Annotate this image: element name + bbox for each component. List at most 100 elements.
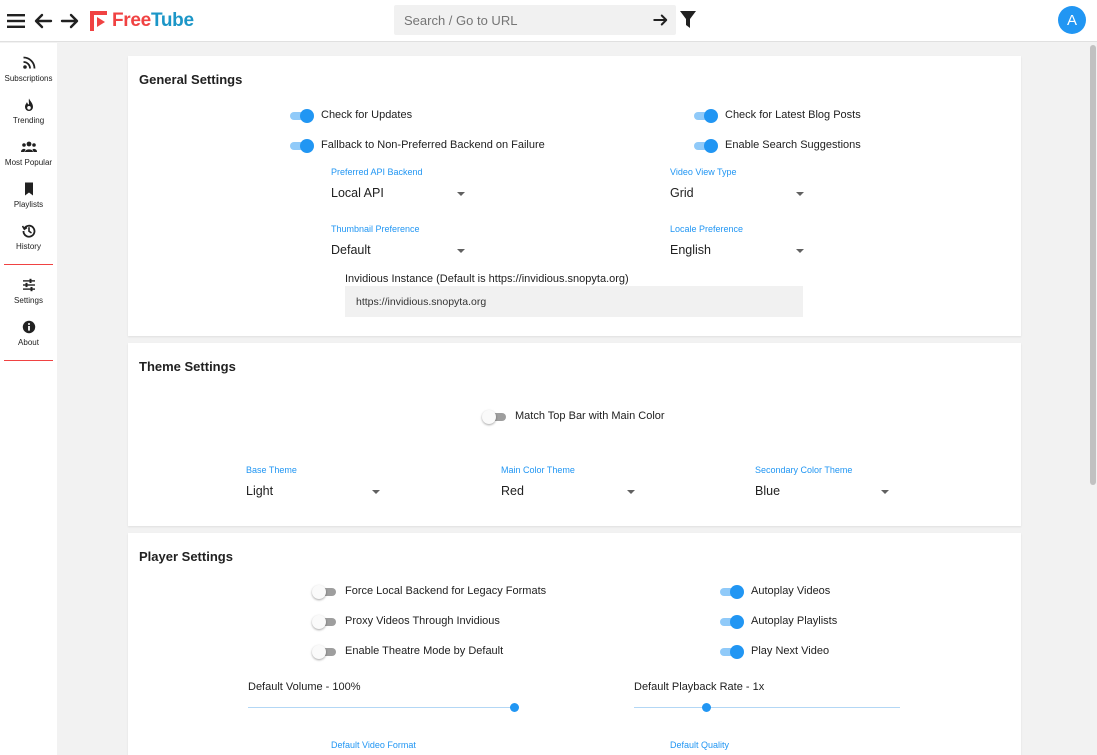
slider-thumb[interactable] (510, 703, 519, 712)
switch[interactable] (482, 409, 508, 424)
scrollbar-thumb[interactable] (1090, 45, 1096, 485)
default-playback-rate-label: Default Playback Rate - 1x (634, 681, 765, 693)
sidebar-item-label: Most Popular (4, 158, 53, 167)
switch[interactable] (288, 138, 314, 153)
select-video-view-type[interactable]: Video View Type Grid (670, 167, 810, 211)
toggle-label: Force Local Backend for Legacy Formats (345, 585, 547, 597)
rss-icon (22, 56, 35, 69)
select-value: English (670, 243, 711, 257)
sidebar-item-most-popular[interactable]: Most Popular (0, 139, 57, 179)
switch[interactable] (312, 614, 338, 629)
switch[interactable] (692, 108, 718, 123)
player-settings-card: Player Settings Force Local Backend for … (128, 533, 1021, 755)
sidebar-item-settings[interactable]: Settings (0, 277, 57, 317)
sidebar: Subscriptions Trending Most Popular Play… (0, 43, 57, 755)
slider-thumb[interactable] (701, 703, 711, 712)
caret-down-icon (881, 490, 889, 494)
select-thumbnail-preference[interactable]: Thumbnail Preference Default (331, 224, 471, 268)
card-title: Player Settings (139, 549, 233, 564)
select-label: Video View Type (670, 167, 737, 177)
caret-down-icon (372, 490, 380, 494)
general-settings-card: General Settings Check for Updates Check… (128, 56, 1021, 336)
app-name: FreeTube (112, 10, 194, 31)
switch[interactable] (692, 138, 718, 153)
switch[interactable] (718, 614, 744, 629)
sidebar-item-about[interactable]: About (0, 319, 57, 359)
toggle-label: Autoplay Videos (751, 585, 831, 597)
toggle-autoplay-videos[interactable]: Autoplay Videos (718, 583, 830, 599)
history-icon (21, 224, 35, 238)
volume-slider[interactable] (248, 702, 519, 714)
filter-icon[interactable] (680, 11, 696, 29)
sidebar-item-label: Subscriptions (4, 74, 53, 83)
switch[interactable] (718, 644, 744, 659)
toggle-search-suggestions[interactable]: Enable Search Suggestions (692, 137, 861, 153)
sidebar-item-label: History (16, 242, 41, 251)
toggle-label: Match Top Bar with Main Color (515, 410, 665, 422)
caret-down-icon (457, 192, 465, 196)
select-default-quality[interactable]: Default Quality (670, 740, 810, 754)
toggle-match-top-bar[interactable]: Match Top Bar with Main Color (482, 408, 665, 424)
sidebar-item-history[interactable]: History (0, 223, 57, 263)
sidebar-divider (4, 360, 53, 361)
card-title: Theme Settings (139, 359, 236, 374)
switch[interactable] (718, 584, 744, 599)
toggle-autoplay-playlists[interactable]: Autoplay Playlists (718, 613, 837, 629)
toggle-theatre-mode[interactable]: Enable Theatre Mode by Default (312, 643, 503, 659)
sidebar-item-playlists[interactable]: Playlists (0, 181, 57, 221)
select-default-video-format[interactable]: Default Video Format (331, 740, 471, 754)
invidious-instance-label: Invidious Instance (Default is https://i… (345, 273, 629, 285)
toggle-check-blog-posts[interactable]: Check for Latest Blog Posts (692, 107, 861, 123)
sidebar-item-subscriptions[interactable]: Subscriptions (0, 55, 57, 95)
forward-arrow-icon[interactable] (58, 9, 82, 33)
select-label: Preferred API Backend (331, 167, 423, 177)
select-value: Light (246, 484, 274, 498)
select-label: Main Color Theme (501, 465, 575, 475)
toggle-force-local-backend[interactable]: Force Local Backend for Legacy Formats (312, 583, 546, 599)
search-input[interactable] (394, 5, 644, 35)
sliders-icon (22, 278, 35, 292)
select-secondary-color-theme[interactable]: Secondary Color Theme Blue (755, 465, 895, 509)
toggle-play-next-video[interactable]: Play Next Video (718, 643, 829, 659)
select-value: Grid (670, 186, 694, 200)
select-main-color-theme[interactable]: Main Color Theme Red (501, 465, 641, 509)
sidebar-item-label: Playlists (13, 200, 44, 209)
top-bar: FreeTube A (0, 0, 1097, 42)
switch[interactable] (312, 584, 338, 599)
select-locale-preference[interactable]: Locale Preference English (670, 224, 810, 268)
sidebar-item-label: About (18, 338, 39, 347)
select-label: Default Quality (670, 740, 730, 750)
toggle-proxy-videos[interactable]: Proxy Videos Through Invidious (312, 613, 500, 629)
search-go-icon[interactable] (652, 11, 670, 29)
search-bar (394, 5, 676, 35)
card-title: General Settings (139, 72, 243, 87)
toggle-check-for-updates[interactable]: Check for Updates (288, 107, 412, 123)
app-logo[interactable]: FreeTube (90, 9, 194, 33)
sidebar-item-label: Settings (14, 296, 43, 305)
sidebar-item-trending[interactable]: Trending (0, 97, 57, 137)
sidebar-divider (4, 264, 53, 265)
toggle-label: Play Next Video (751, 645, 830, 657)
toggle-label: Proxy Videos Through Invidious (345, 615, 500, 627)
invidious-instance-input[interactable] (345, 286, 803, 317)
switch[interactable] (312, 644, 338, 659)
back-arrow-icon[interactable] (31, 9, 55, 33)
toggle-label: Autoplay Playlists (751, 615, 838, 627)
toggle-fallback-backend[interactable]: Fallback to Non-Preferred Backend on Fai… (288, 137, 545, 153)
playback-rate-slider[interactable] (634, 702, 900, 714)
caret-down-icon (627, 490, 635, 494)
select-value: Default (331, 243, 371, 257)
page-scrollbar[interactable] (1089, 43, 1097, 755)
toggle-label: Enable Search Suggestions (725, 139, 861, 151)
caret-down-icon (457, 249, 465, 253)
freetube-logo-icon (90, 11, 107, 31)
menu-icon[interactable] (4, 9, 28, 33)
select-label: Secondary Color Theme (755, 465, 853, 475)
fire-icon (24, 98, 33, 111)
select-label: Base Theme (246, 465, 297, 475)
avatar[interactable]: A (1058, 6, 1086, 34)
select-api-backend[interactable]: Preferred API Backend Local API (331, 167, 471, 211)
select-base-theme[interactable]: Base Theme Light (246, 465, 386, 509)
toggle-label: Enable Theatre Mode by Default (345, 645, 504, 657)
switch[interactable] (288, 108, 314, 123)
